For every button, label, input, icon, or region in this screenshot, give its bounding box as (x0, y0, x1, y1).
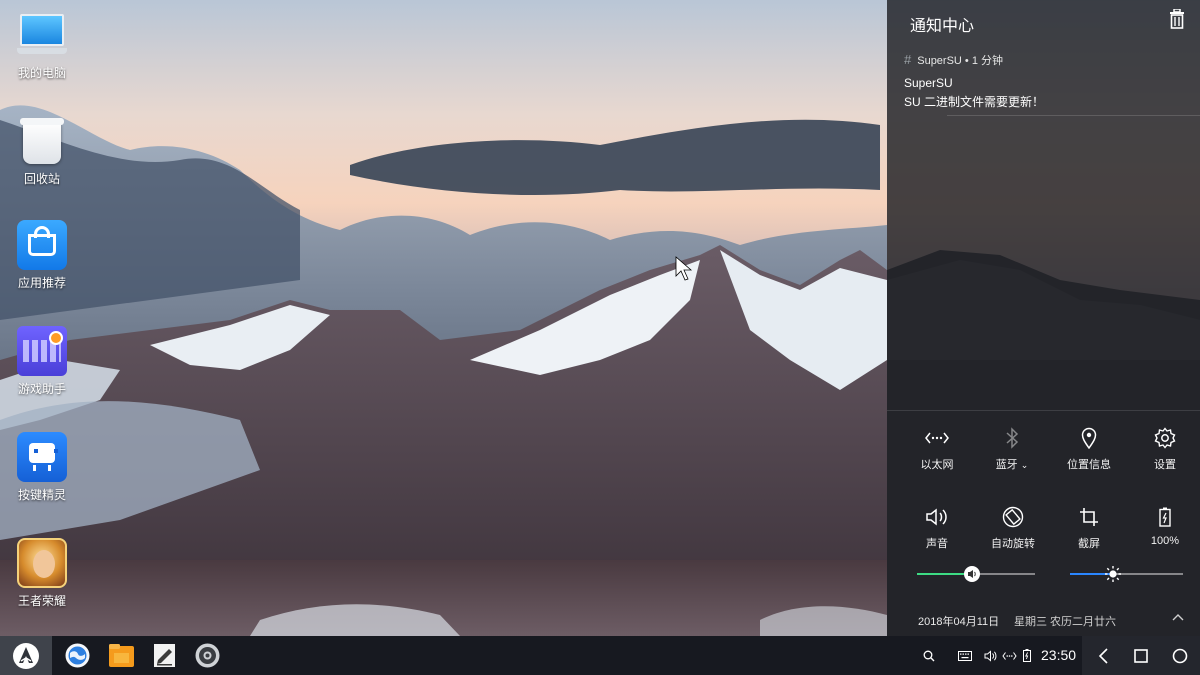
phoenix-logo-icon (13, 642, 39, 669)
chevron-down-icon[interactable]: ⌄ (1021, 460, 1029, 470)
recent-apps-button[interactable] (1130, 645, 1152, 667)
taskbar-app-settings[interactable] (194, 642, 221, 669)
chevron-up-icon (1172, 614, 1184, 621)
desktop-icon-my-computer[interactable]: 我的电脑 (0, 10, 84, 81)
quick-settings-divider (887, 410, 1200, 411)
game-assistant-icon (17, 326, 67, 376)
desktop-icon-app-store[interactable]: 应用推荐 (0, 220, 84, 291)
qs-label: 蓝牙 ⌄ (973, 456, 1051, 472)
qs-tile-location[interactable]: 位置信息 (1050, 426, 1128, 472)
taskbar: 23:50 (0, 636, 1200, 675)
auto-rotate-icon (974, 505, 1052, 529)
desktop-icon-recycle-bin[interactable]: 回收站 (0, 116, 84, 187)
qs-tile-screenshot[interactable]: 截屏 (1050, 505, 1128, 551)
sun-icon (1105, 566, 1121, 582)
tray-search-button[interactable] (918, 645, 940, 667)
qs-label-text: 蓝牙 (995, 459, 1018, 471)
battery-icon (1023, 649, 1031, 662)
honor-of-kings-icon (17, 538, 67, 588)
qs-tile-ethernet[interactable]: 以太网 (898, 426, 976, 472)
hash-icon: # (904, 52, 912, 67)
notification-header: # SuperSU • 1 分钟 (904, 52, 1194, 68)
location-icon (1050, 426, 1128, 450)
taskbar-app-browser[interactable] (64, 642, 91, 669)
system-tray (918, 636, 1034, 675)
desktop-icon-label: 应用推荐 (17, 276, 66, 290)
app-store-icon (17, 220, 67, 270)
home-button[interactable] (1169, 645, 1191, 667)
ethernet-icon (898, 426, 976, 450)
tray-ethernet-button[interactable] (1000, 645, 1018, 667)
qs-label: 以太网 (920, 459, 954, 471)
key-sprite-icon (17, 432, 67, 482)
taskbar-clock[interactable]: 23:50 (1041, 647, 1076, 663)
desktop-icon-label: 王者荣耀 (17, 594, 66, 608)
qs-label: 100% (1150, 535, 1180, 547)
desktop-icon-label: 回收站 (23, 172, 60, 186)
notification-item-supersu[interactable]: # SuperSU • 1 分钟 SuperSU SU 二进制文件需要更新！ (904, 52, 1194, 110)
back-button[interactable] (1093, 645, 1115, 667)
notes-icon (154, 644, 175, 667)
desktop-icon-label: 游戏助手 (17, 382, 66, 396)
notification-app-name: SuperSU (904, 76, 953, 90)
settings-gear-icon (1126, 426, 1200, 450)
notification-center-title: 通知中心 (910, 18, 975, 35)
notification-divider (947, 115, 1200, 116)
ethernet-icon (1001, 651, 1017, 660)
brightness-slider-thumb[interactable] (1105, 566, 1121, 582)
qs-tile-battery[interactable]: 100% (1126, 505, 1200, 547)
desktop-icon-honor-of-kings[interactable]: 王者荣耀 (0, 538, 84, 609)
qs-label: 位置信息 (1067, 459, 1111, 471)
qs-tile-auto-rotate[interactable]: 自动旋转 (974, 505, 1052, 551)
qs-tile-sound[interactable]: 声音 (898, 505, 976, 551)
square-icon (1134, 649, 1148, 663)
desktop-icon-label: 按键精灵 (17, 488, 66, 502)
computer-icon (17, 10, 67, 60)
recycle-bin-icon (17, 116, 67, 166)
collapse-panel-button[interactable] (1170, 610, 1186, 626)
qs-tile-bluetooth[interactable]: 蓝牙 ⌄ (973, 426, 1051, 472)
volume-slider[interactable] (917, 566, 1035, 582)
qs-label: 声音 (926, 538, 948, 550)
browser-icon (65, 643, 90, 668)
notification-message: SU 二进制文件需要更新！ (904, 95, 1045, 109)
qs-label: 设置 (1154, 459, 1176, 471)
search-icon (923, 650, 935, 661)
notification-source-time: SuperSU • 1 分钟 (917, 55, 1004, 67)
file-manager-icon (109, 644, 134, 667)
date-bar: 2018年04月11日 星期三 农历二月廿六 (887, 604, 1200, 636)
start-menu-button[interactable] (0, 636, 52, 675)
keyboard-icon (958, 650, 972, 661)
bluetooth-icon (973, 426, 1051, 450)
taskbar-app-file-manager[interactable] (108, 642, 135, 669)
screenshot-crop-icon (1050, 505, 1128, 529)
trash-icon (1170, 8, 1184, 29)
date-label: 2018年04月11日 (918, 616, 1000, 628)
weekday-lunar-label: 星期三 农历二月廿六 (1014, 616, 1117, 628)
settings-app-icon (195, 643, 220, 668)
volume-icon (898, 505, 976, 529)
tray-keyboard-button[interactable] (954, 645, 976, 667)
back-arrow-icon (1098, 648, 1108, 664)
navigation-bar (1082, 636, 1200, 675)
tray-volume-button[interactable] (982, 645, 998, 667)
desktop-icon-label: 我的电脑 (17, 66, 66, 80)
volume-icon (968, 570, 976, 578)
qs-tile-settings[interactable]: 设置 (1126, 426, 1200, 472)
clear-all-button[interactable] (1168, 8, 1186, 29)
desktop-icon-key-sprite[interactable]: 按键精灵 (0, 432, 84, 503)
taskbar-app-notes[interactable] (151, 642, 178, 669)
volume-icon (984, 649, 996, 662)
qs-label: 自动旋转 (991, 538, 1035, 550)
volume-slider-thumb[interactable] (964, 566, 980, 582)
qs-label: 截屏 (1078, 538, 1100, 550)
brightness-slider[interactable] (1070, 566, 1183, 582)
battery-icon (1126, 505, 1200, 529)
notification-center-panel: 通知中心 # SuperSU • 1 分钟 SuperSU SU 二进制文件需要更… (887, 0, 1200, 636)
circle-icon (1172, 648, 1188, 664)
tray-battery-button[interactable] (1020, 645, 1034, 667)
desktop-icon-game-assistant[interactable]: 游戏助手 (0, 326, 84, 397)
